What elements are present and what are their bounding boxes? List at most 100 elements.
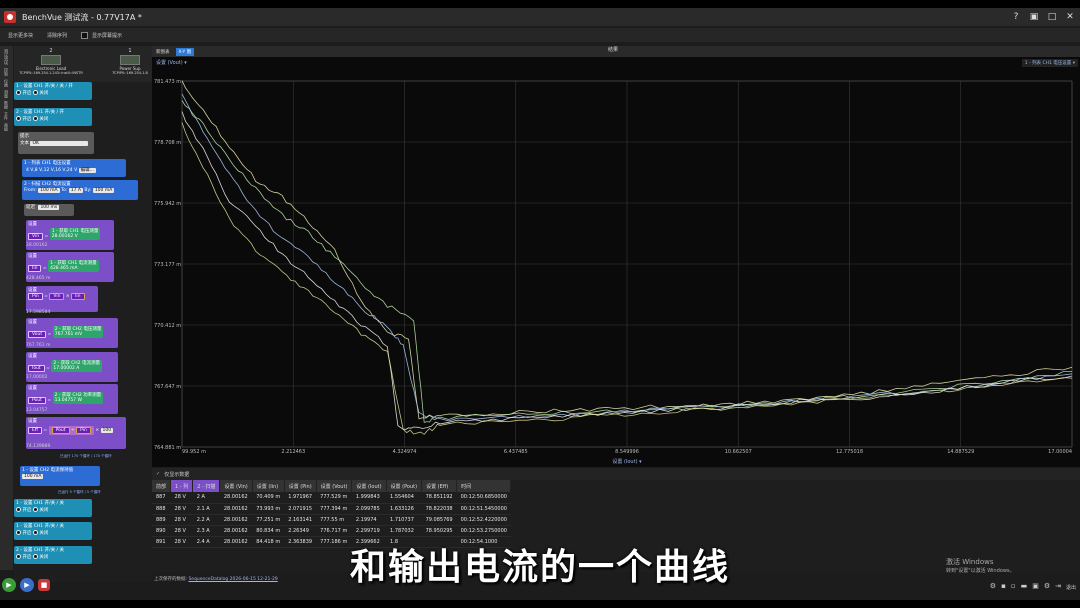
table-cell: 28.00162 xyxy=(219,503,253,515)
y-tick-label: 781.473 m xyxy=(154,79,181,85)
table-cell: 776.717 m xyxy=(316,525,352,537)
table-cell: 2.19974 xyxy=(351,514,387,526)
sidebar-tab[interactable]: 控制 xyxy=(3,68,9,76)
table-row[interactable]: 887 28 V2 A 28.00162 70.409 m 1.971967 777.52… xyxy=(152,492,511,504)
table-cell: 79.085769 xyxy=(421,514,457,526)
table-cell: 889 xyxy=(152,514,171,526)
variable-pill: Vout xyxy=(28,331,47,338)
radio-icon[interactable] xyxy=(16,116,21,121)
restore-icon[interactable]: ▣ xyxy=(1028,11,1040,23)
delay-block[interactable]: 延迟 100 ms xyxy=(24,204,74,216)
table-cell: 28.00162 xyxy=(219,525,253,537)
help-icon[interactable]: ? xyxy=(1010,11,1022,23)
column-header[interactable]: 时间 xyxy=(456,480,512,492)
instrument-card[interactable]: 2 Electronic Load TCPIP0::169.254.1.243:… xyxy=(16,48,86,75)
table-row[interactable]: 889 28 V 2.2 A 28.00162 77.251 m 2.163141 777.… xyxy=(152,514,511,526)
column-header[interactable]: 设置 (Eff) xyxy=(421,480,458,492)
app-logo-icon xyxy=(4,11,16,23)
set-ch1-block[interactable]: 1 - 设置 CH1 开/关 / 关 / 开 开启 关闭 xyxy=(14,82,92,100)
table-row[interactable]: 890 28 V 2.3 A 28.00162 80.834 m 2.26349 776.7… xyxy=(152,525,511,537)
sidebar-tab[interactable]: 仪器 xyxy=(3,79,9,87)
set-ch2-block[interactable]: 2 - 设置 CH1 开/关 / 开 开启 关闭 xyxy=(14,108,92,126)
column-header[interactable]: 设置 (Vout) xyxy=(316,480,353,492)
column-header[interactable]: 前部 xyxy=(152,480,172,492)
table-cell: 887 xyxy=(152,492,171,504)
table-cell: 28 V xyxy=(170,492,193,504)
set-ch1-off-block[interactable]: 1 - 设置 CH1 开/关 / 关 开启 关闭 xyxy=(14,499,92,517)
show-more-blocks-button[interactable]: 显示更多块 xyxy=(8,32,33,39)
sidebar-tab[interactable]: 测量 xyxy=(3,90,9,98)
y-tick-label: 775.942 m xyxy=(154,201,181,207)
column-header[interactable]: 1 - 列 xyxy=(170,480,194,492)
column-header[interactable]: 设置 (Iin) xyxy=(252,480,285,492)
table-cell: 1.554604 xyxy=(386,492,422,504)
table-cell: 78.950295 xyxy=(421,525,457,537)
to-input[interactable]: 17 A xyxy=(68,188,83,193)
sidebar-tab[interactable]: 数据 xyxy=(3,101,9,109)
set-pin-block[interactable]: 设置 Pin = Vin × Iin xyxy=(26,286,98,312)
sidebar-tab[interactable]: 文件 xyxy=(3,112,9,120)
tab-xy-chart[interactable]: X-Y 图 xyxy=(175,47,195,56)
sidebar-tab[interactable]: 高级 xyxy=(3,123,9,131)
column-header[interactable]: 设置 (Pout) xyxy=(386,480,423,492)
set-ch2-current-block[interactable]: 1 - 设置 CH2 电流保持值 100 mA xyxy=(20,466,100,486)
prompt-block[interactable]: 提示 文本 OK xyxy=(18,132,94,154)
edit-button[interactable]: 编辑... xyxy=(78,168,96,173)
maximize-icon[interactable]: □ xyxy=(1046,11,1058,23)
table-cell: 00:12:51.5450000 xyxy=(456,503,511,515)
instrument-icon xyxy=(120,55,140,65)
delay-input[interactable]: 100 ms xyxy=(38,205,60,210)
table-cell: 777.529 m xyxy=(316,492,352,504)
show-screen-hint-toggle[interactable]: 显示屏幕提示 xyxy=(81,31,122,39)
from-input[interactable]: 100 mA xyxy=(38,188,60,193)
results-tabs: 新图表 X-Y 图 结果 xyxy=(152,46,1080,57)
variable-pill: Pin xyxy=(28,293,43,300)
table-cell: 00:12:53.2750000 xyxy=(456,525,511,537)
radio-icon[interactable] xyxy=(16,90,21,95)
x-tick-label: 4.324974 xyxy=(393,449,417,455)
sequence-canvas[interactable]: 1 - 设置 CH1 开/关 / 关 / 开 开启 关闭 2 - 设置 CH1 … xyxy=(14,82,152,582)
radio-icon[interactable] xyxy=(32,116,38,121)
radio-icon[interactable] xyxy=(16,507,21,512)
sweep-block[interactable]: 2 - 扫描 CH2 电流设置 From: 100 mA To: 17 A By… xyxy=(22,180,138,200)
close-icon[interactable]: ✕ xyxy=(1064,11,1076,23)
prompt-text-input[interactable]: OK xyxy=(30,141,89,146)
column-header[interactable]: 设置 (Vin) xyxy=(219,480,253,492)
toolbar: 显示更多块 清除序列 显示屏幕提示 xyxy=(0,28,1080,42)
table-cell: 2.26349 xyxy=(284,525,317,537)
window-title: BenchVue 测试流 - 0.77V17A * xyxy=(22,12,142,22)
instrument-card[interactable]: 1 Power Sup TCPIP0::169.254.1.8 xyxy=(100,48,160,75)
clear-sequence-button[interactable]: 清除序列 xyxy=(47,32,67,39)
radio-icon[interactable] xyxy=(16,530,21,535)
column-header[interactable]: 设置 (Iout) xyxy=(351,480,387,492)
radio-icon[interactable] xyxy=(32,90,38,95)
y-tick-label: 767.647 m xyxy=(154,384,181,390)
y-tick-label: 770.412 m xyxy=(154,323,181,329)
table-cell: 1.710737 xyxy=(386,514,422,526)
checkbox-icon[interactable] xyxy=(81,31,89,39)
video-subtitle: 和输出电流的一个曲线 xyxy=(349,547,730,588)
table-cell: 70.409 m xyxy=(252,492,285,504)
table-row[interactable]: 888 28 V 2.1 A 28.00162 73.993 m 2.071915 777.… xyxy=(152,503,511,515)
table-cell: 28.00162 xyxy=(219,514,253,526)
instrument-strip: 2 Electronic Load TCPIP0::169.254.1.243:… xyxy=(14,46,152,82)
xy-chart[interactable]: 99.952 m 2.212463 4.324974 6.437485 8.549996… xyxy=(152,57,1080,467)
y-axis-dropdown[interactable]: 设置 (Vout) ▾ xyxy=(156,59,187,66)
column-header[interactable]: 2 - 扫描 xyxy=(192,480,221,492)
x-tick-label: 6.437485 xyxy=(504,449,528,455)
tab-new-chart[interactable]: 新图表 xyxy=(156,49,170,55)
sidebar-tab[interactable]: 测试流块 xyxy=(3,49,9,65)
table-cell: 777.394 m xyxy=(316,503,352,515)
current-input[interactable]: 100 mA xyxy=(22,474,44,479)
column-header[interactable]: 设置 (Pin) xyxy=(284,480,317,492)
radio-icon[interactable] xyxy=(32,530,38,535)
list-block[interactable]: 1 - 列表 CH1 电压设置 4 V,8 V,12 V,16 V,24 V 编… xyxy=(22,159,126,177)
checkmark-icon[interactable]: ✓ xyxy=(156,471,160,477)
radio-icon[interactable] xyxy=(32,507,38,512)
series-dropdown[interactable]: 1 - 列表 CH1 电压设置 ▾ xyxy=(1021,59,1078,67)
variable-pill: Vin xyxy=(28,233,44,240)
by-input[interactable]: 100 mA xyxy=(92,188,115,193)
table-cell: 28 V xyxy=(170,503,193,515)
table-cell: 777.55 m xyxy=(316,514,352,526)
x-tick-label: 17.00004 xyxy=(1048,449,1072,455)
